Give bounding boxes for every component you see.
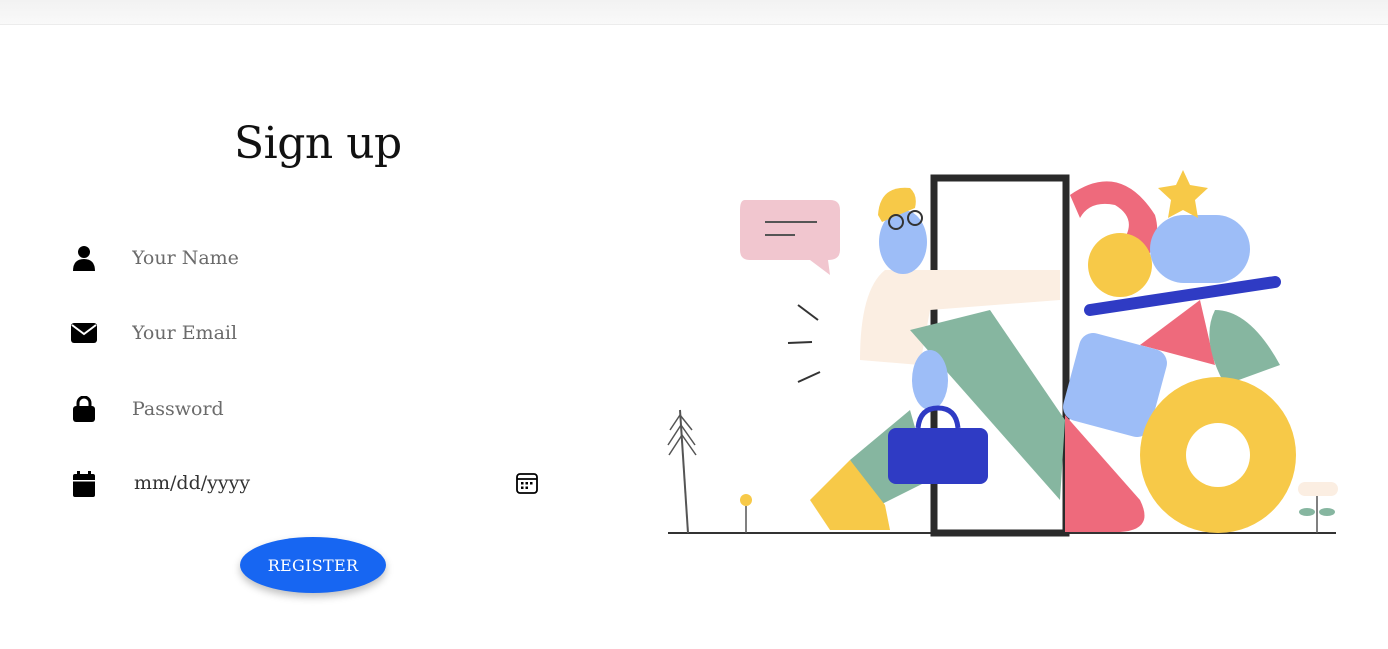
name-field-row bbox=[70, 238, 550, 278]
user-icon bbox=[70, 244, 98, 272]
lock-icon bbox=[70, 395, 98, 423]
envelope-icon bbox=[70, 319, 98, 347]
register-button[interactable]: REGISTER bbox=[240, 537, 386, 593]
email-field-row bbox=[70, 313, 550, 353]
calendar-icon bbox=[70, 470, 98, 498]
page-title: Sign up bbox=[234, 118, 402, 169]
email-input[interactable] bbox=[132, 317, 532, 349]
date-input[interactable]: mm/dd/yyyy bbox=[134, 472, 250, 494]
calendar-picker-icon[interactable] bbox=[515, 471, 539, 495]
password-field-row bbox=[70, 389, 550, 429]
name-input[interactable] bbox=[132, 242, 532, 274]
signup-illustration bbox=[667, 170, 1338, 537]
browser-top-bar bbox=[0, 0, 1388, 25]
password-input[interactable] bbox=[132, 393, 532, 425]
birthdate-field-row[interactable]: mm/dd/yyyy bbox=[70, 464, 550, 504]
